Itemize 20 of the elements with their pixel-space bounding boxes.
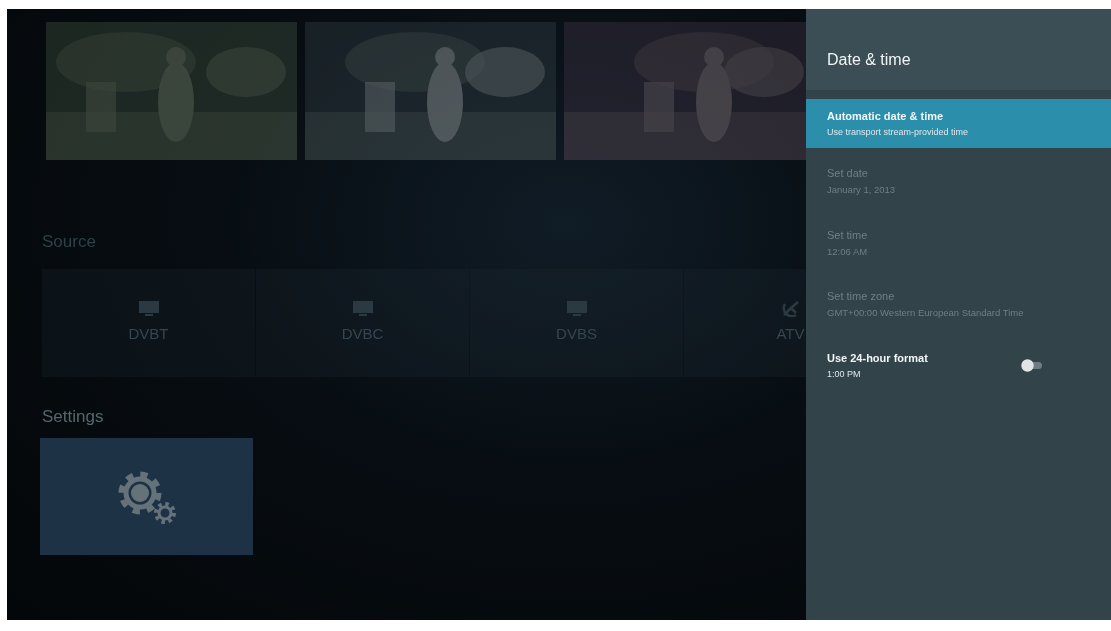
monitor-icon: [351, 300, 374, 318]
panel-title: Date & time: [827, 52, 912, 68]
antenna-icon: [781, 300, 800, 318]
item-title: Set time: [827, 228, 868, 242]
item-title: Use 24-hour format: [827, 351, 928, 365]
settings-item[interactable]: Automatic date & time Use transport stream-provided time: [806, 99, 1111, 148]
item-title: Set time zone: [827, 290, 896, 304]
monitor-icon: [137, 300, 160, 318]
settings-tile[interactable]: [40, 438, 253, 555]
monitor-icon: [565, 300, 588, 318]
item-summary: 1:00 PM: [827, 368, 862, 380]
item-summary: Use transport stream-provided time: [827, 127, 969, 138]
item-summary: January 1, 2013: [827, 184, 896, 196]
settings-item[interactable]: Use 24-hour format 1:00 PM: [806, 340, 1111, 390]
item-summary: 12:06 AM: [827, 245, 868, 258]
item-title: Set date: [827, 167, 869, 181]
toggle-switch[interactable]: [1021, 359, 1043, 373]
item-title: Automatic date & time: [827, 110, 945, 124]
section-heading: Settings: [42, 408, 105, 425]
section-heading: Source: [42, 233, 97, 250]
